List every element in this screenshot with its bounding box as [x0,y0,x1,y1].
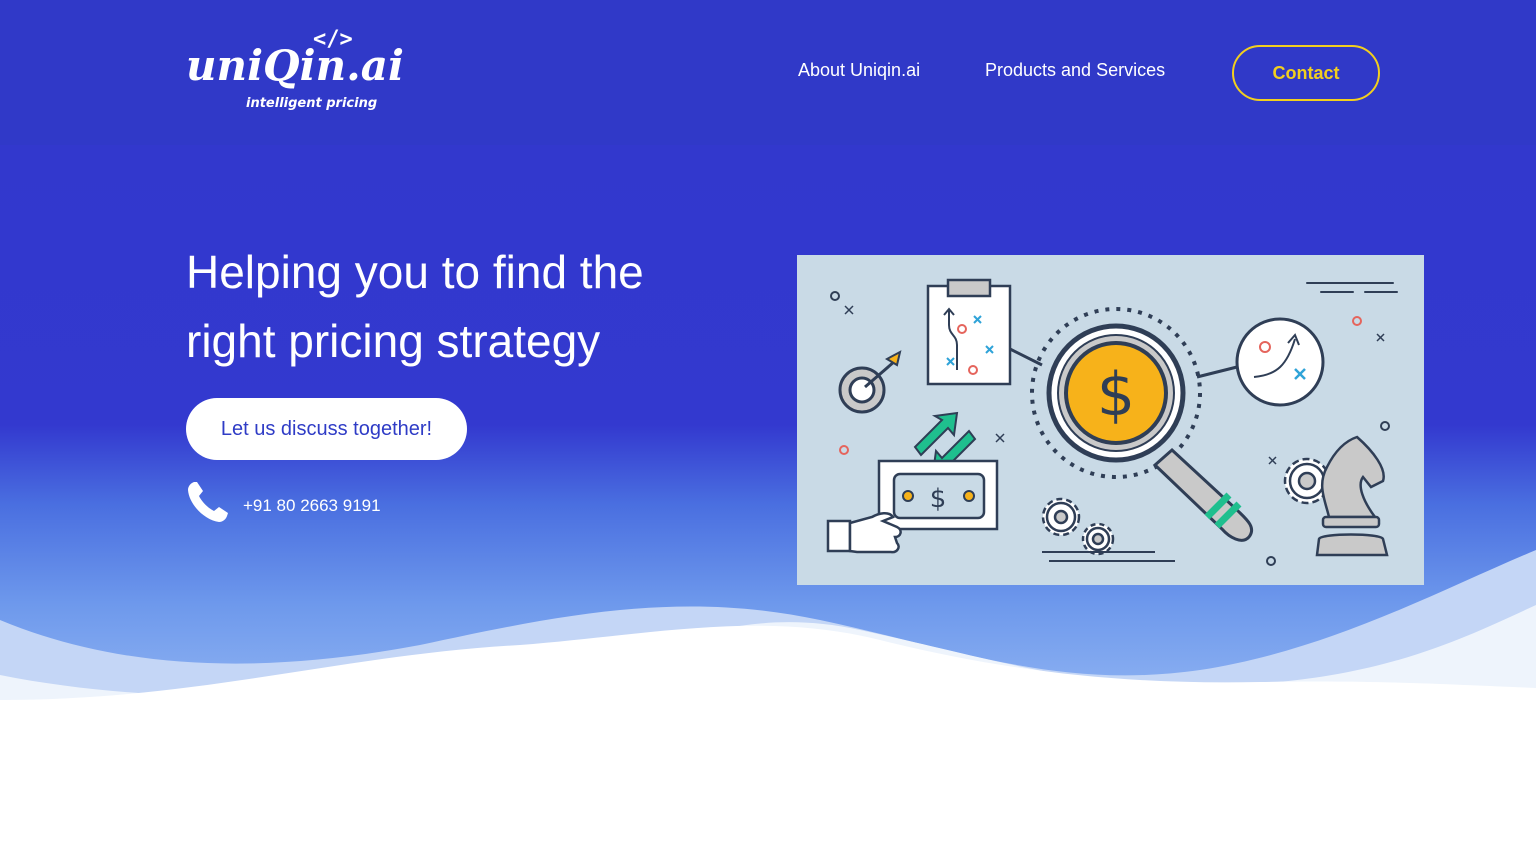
chart-circle-icon [1235,317,1325,407]
contact-button[interactable]: Contact [1232,45,1380,101]
illustration-graphic: $ $ [826,278,1398,566]
gear-icon [1041,497,1175,562]
logo-tagline: intelligent pricing [246,96,378,111]
hero-headline: Helping you to find the right pricing st… [186,238,746,376]
coin-dollar-sign: $ [1097,360,1135,430]
site-header: uniQin.ai </> intelligent pricing About … [0,0,1536,145]
nav-about-link[interactable]: About Uniqin.ai [798,58,920,82]
money-bill-icon: $ [877,459,999,531]
headline-line-2: right pricing strategy [186,315,601,367]
phone-icon[interactable] [186,480,230,524]
chess-knight-icon [1283,435,1389,557]
phone-number[interactable]: +91 80 2663 9191 [243,495,381,517]
headline-line-1: Helping you to find the [186,246,644,298]
nav-products-link[interactable]: Products and Services [985,58,1165,82]
bill-dollar-sign: $ [930,484,947,514]
pricing-strategy-illustration: $ $ [797,255,1424,585]
target-icon [838,350,902,414]
magnifier-icon: $ [1009,307,1254,542]
discuss-cta-button[interactable]: Let us discuss together! [186,398,467,460]
logo[interactable]: uniQin.ai </> intelligent pricing [186,27,404,118]
clipboard-icon [926,278,1012,386]
code-brackets-icon: </> [313,27,353,52]
logo-wordmark: uniQin.ai [186,41,404,90]
hand-icon [826,512,902,554]
